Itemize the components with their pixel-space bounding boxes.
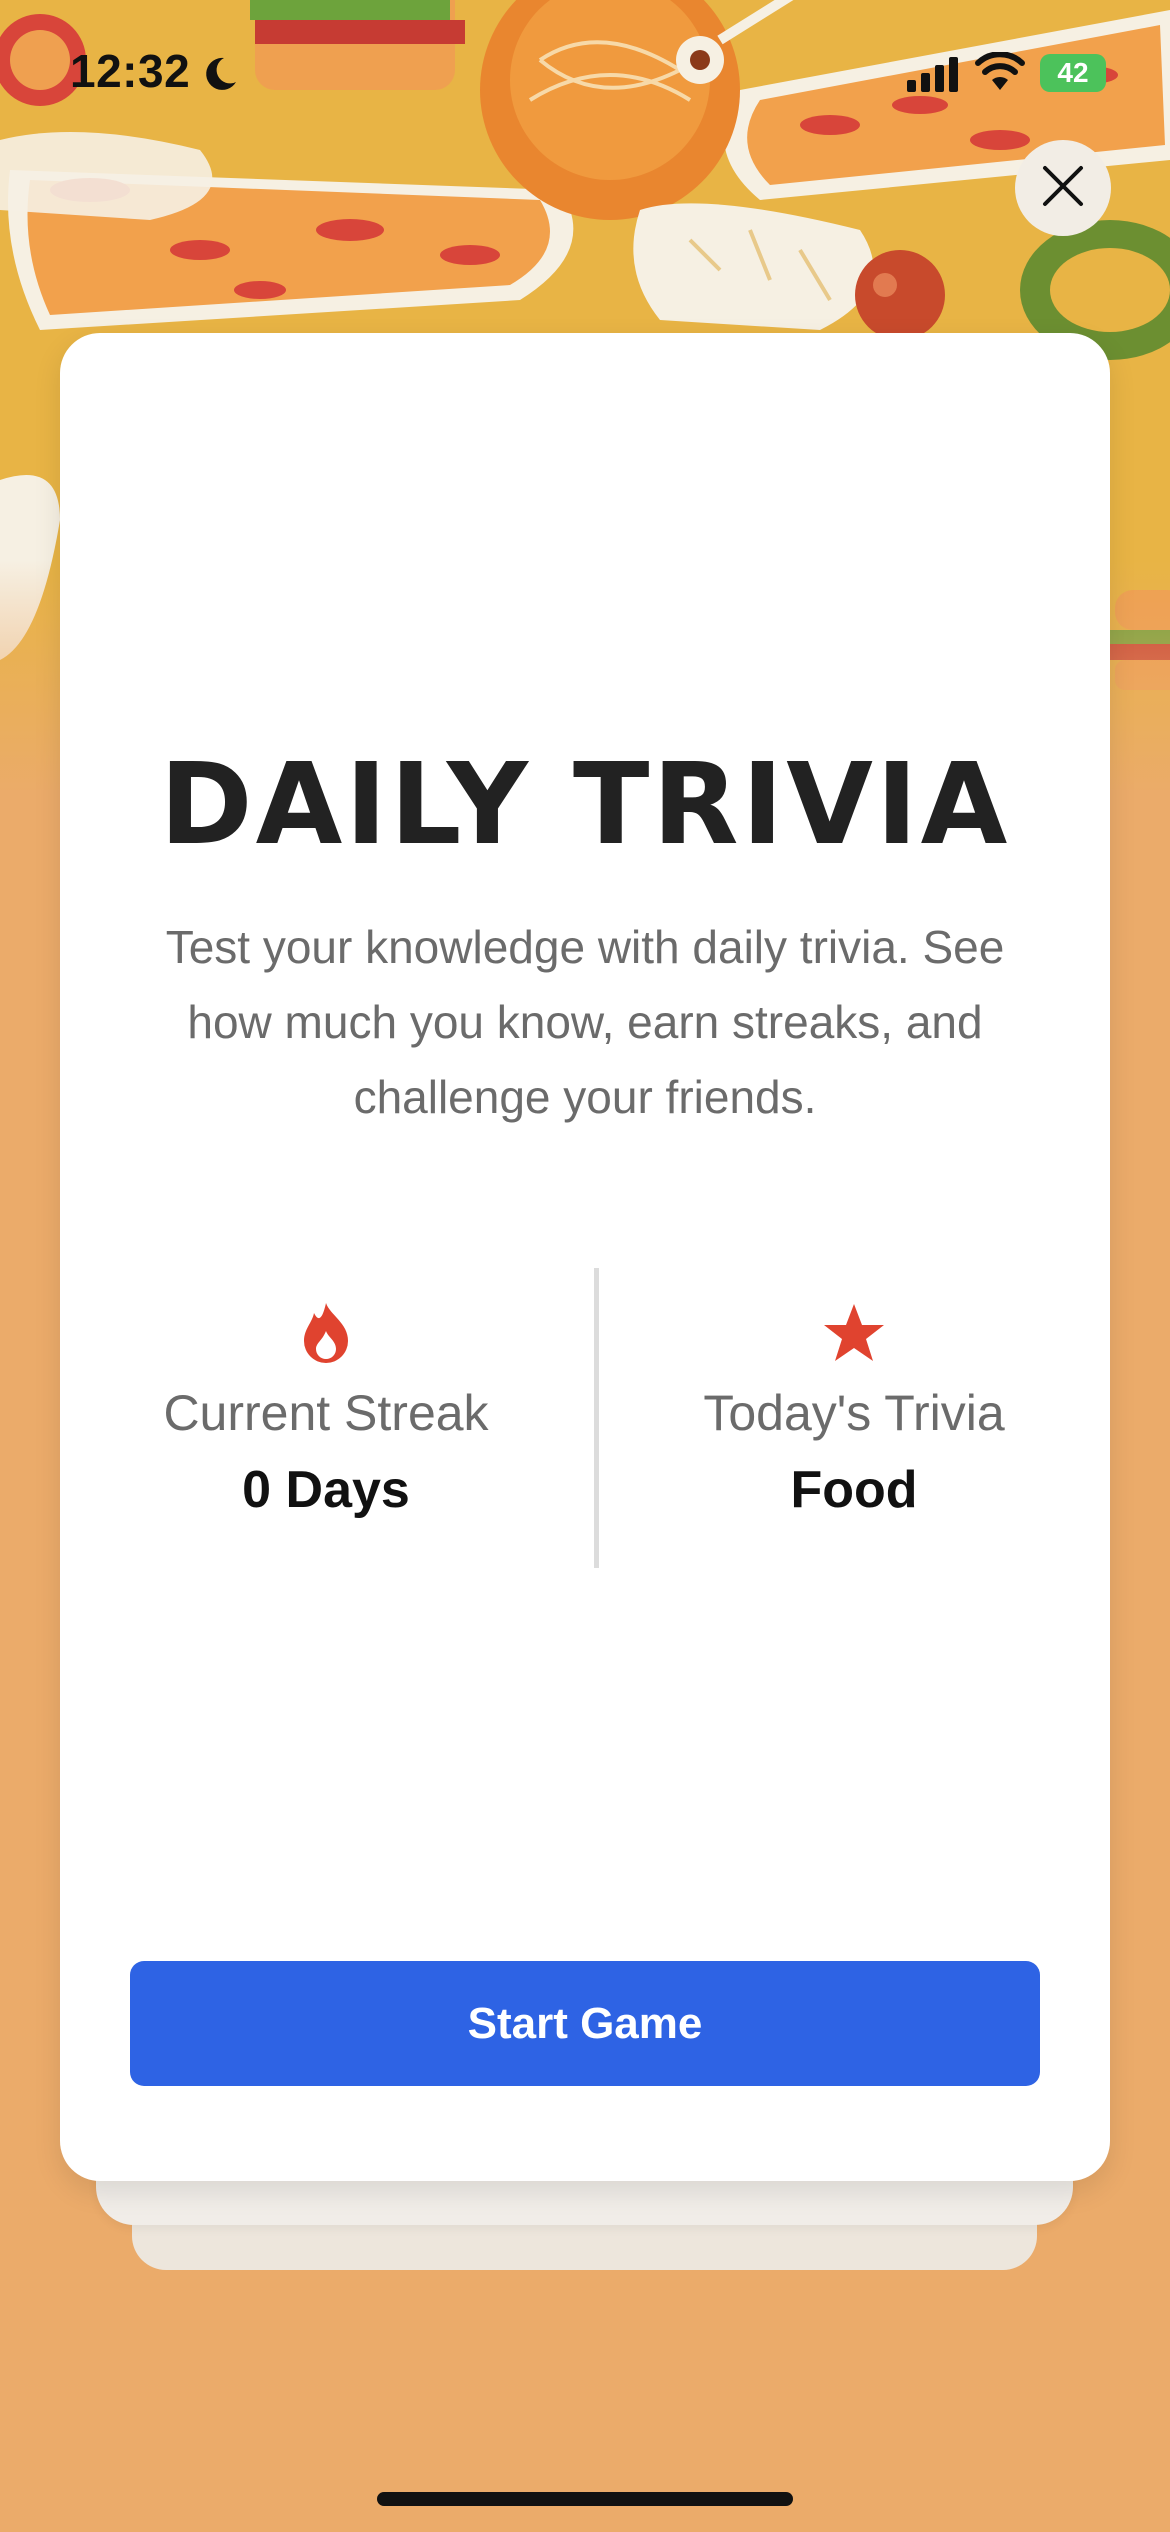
battery-charging-icon: 42 (1040, 54, 1106, 92)
close-icon (1041, 164, 1085, 213)
moon-icon (200, 54, 240, 99)
star-icon (822, 1302, 886, 1369)
stats-divider (594, 1268, 599, 1568)
todays-trivia-stat: Today's Trivia Food (644, 1300, 1064, 1520)
current-streak-stat: Current Streak 0 Days (116, 1300, 536, 1520)
trivia-card (60, 333, 1110, 2181)
home-indicator[interactable] (377, 2492, 793, 2506)
close-button[interactable] (1015, 140, 1111, 236)
stat-label: Current Streak (163, 1385, 489, 1441)
cheese-illustration (633, 203, 874, 330)
cellular-signal-icon (905, 56, 961, 97)
sandwich-illustration (250, 0, 465, 90)
meatball-illustration (855, 250, 945, 340)
stat-value: 0 Days (242, 1461, 410, 1519)
description-text: Test your knowledge with daily trivia. S… (165, 921, 1005, 1123)
stat-value: Food (790, 1461, 918, 1519)
flame-icon (300, 1301, 352, 1370)
wifi-icon (975, 51, 1025, 97)
status-time: 12:32 (70, 45, 191, 97)
battery-level: 42 (1057, 57, 1089, 88)
start-game-button[interactable]: Start Game (130, 1961, 1040, 2086)
page-title: DAILY TRIVIA (159, 740, 1011, 870)
stat-label: Today's Trivia (703, 1385, 1005, 1441)
